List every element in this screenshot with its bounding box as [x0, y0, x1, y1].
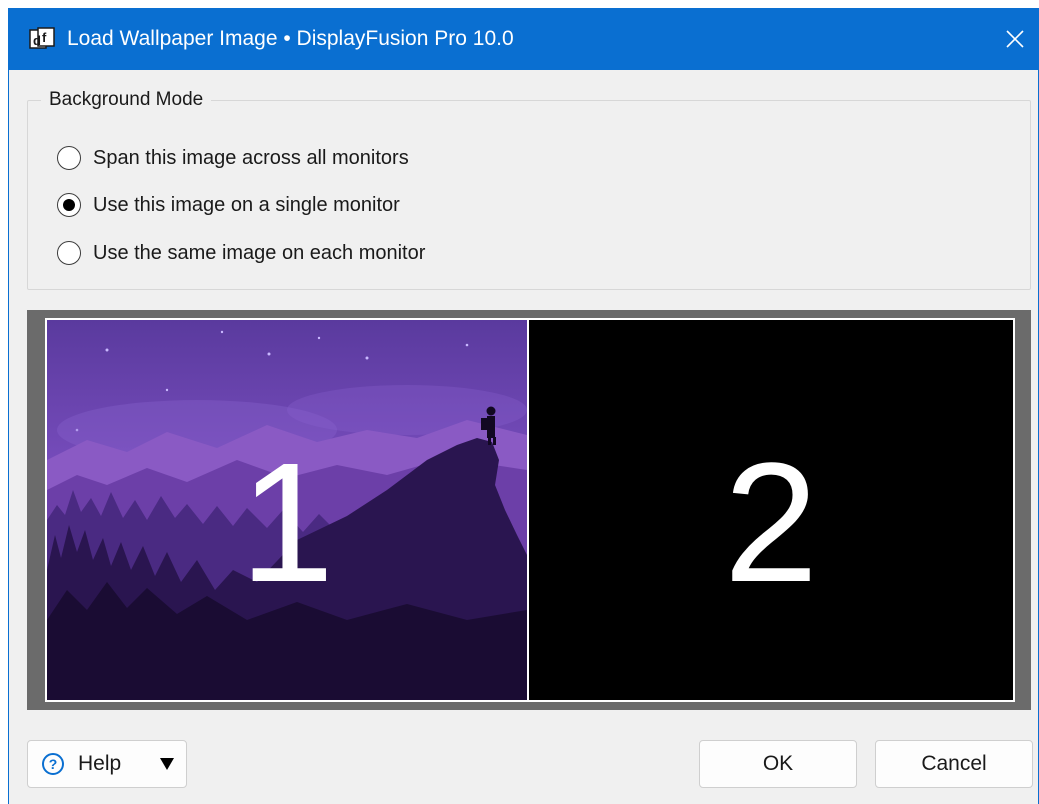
help-button[interactable]: ? Help — [27, 740, 187, 788]
help-label: Help — [78, 752, 122, 775]
radio-label: Use this image on a single monitor — [93, 193, 400, 216]
radio-label: Use the same image on each monitor — [93, 241, 426, 264]
svg-text:f: f — [42, 30, 47, 45]
radio-button-icon[interactable] — [57, 146, 81, 170]
dialog-window: d f Load Wallpaper Image • DisplayFusion… — [8, 8, 1039, 804]
radio-span-all-monitors[interactable]: Span this image across all monitors — [57, 143, 409, 173]
monitor-1-preview[interactable]: 1 — [45, 318, 529, 702]
triangle-down-icon[interactable] — [160, 758, 174, 770]
displayfusion-icon: d f — [29, 27, 55, 51]
monitor-preview-area: 1 2 — [27, 310, 1031, 710]
close-button[interactable] — [992, 8, 1038, 70]
radio-button-icon[interactable] — [57, 241, 81, 265]
radio-button-icon[interactable] — [57, 193, 81, 217]
ok-button[interactable]: OK — [699, 740, 857, 788]
title-bar[interactable]: d f Load Wallpaper Image • DisplayFusion… — [9, 8, 1038, 70]
radio-same-each-monitor[interactable]: Use the same image on each monitor — [57, 238, 425, 268]
monitor-2-preview[interactable]: 2 — [529, 318, 1015, 702]
svg-text:d: d — [33, 33, 41, 48]
window-title: Load Wallpaper Image • DisplayFusion Pro… — [67, 27, 514, 50]
monitor-number-2: 2 — [723, 428, 819, 618]
radio-label: Span this image across all monitors — [93, 146, 409, 169]
background-mode-legend: Background Mode — [41, 88, 212, 112]
question-circle-icon: ? — [42, 753, 64, 775]
radio-single-monitor[interactable]: Use this image on a single monitor — [57, 190, 400, 220]
monitor-number-1: 1 — [239, 428, 335, 618]
close-icon — [1006, 30, 1024, 48]
cancel-button[interactable]: Cancel — [875, 740, 1033, 788]
